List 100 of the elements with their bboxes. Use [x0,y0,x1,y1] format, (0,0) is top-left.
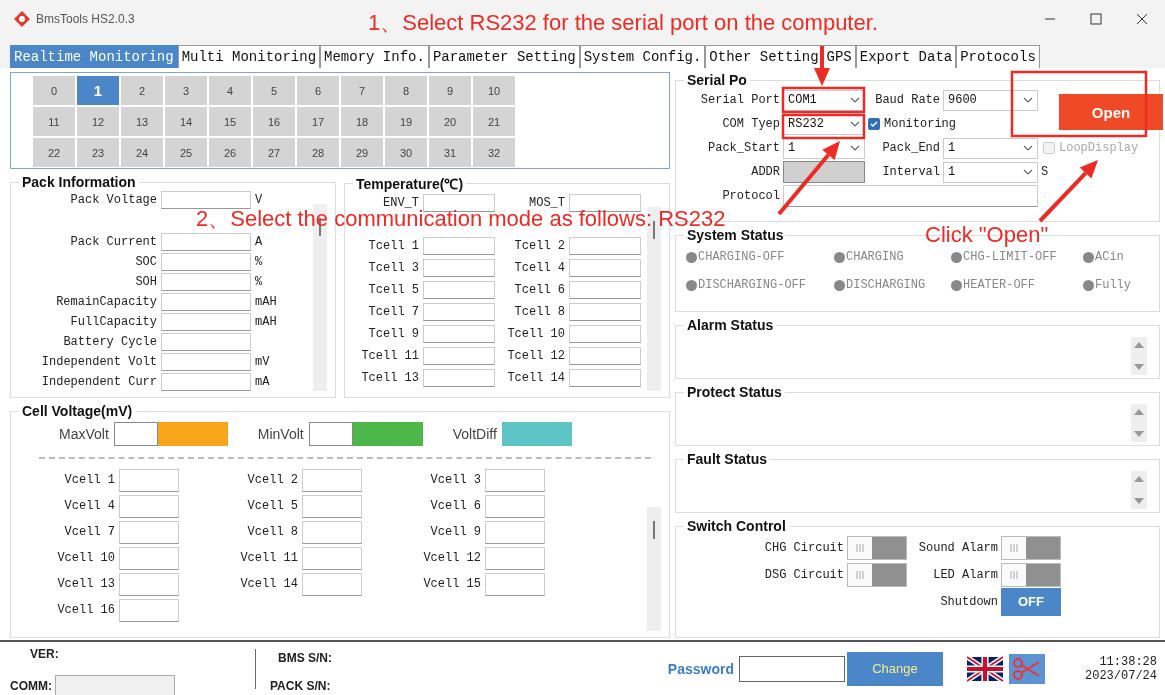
toggle-switch[interactable] [1001,535,1061,560]
device-button[interactable]: 4 [209,76,251,105]
device-button[interactable]: 30 [385,138,427,167]
device-button[interactable]: 8 [385,76,427,105]
tab[interactable]: GPS [822,45,856,68]
value-field[interactable] [569,259,641,277]
device-button[interactable]: 3 [165,76,207,105]
device-button[interactable]: 21 [473,107,515,136]
toggle-switch[interactable] [847,562,907,587]
value-field[interactable] [569,303,641,321]
toggle-switch[interactable] [1001,562,1061,587]
value-field[interactable] [423,194,495,212]
scroll-down-icon[interactable] [1134,364,1144,371]
tab[interactable]: Multi Monitoring [177,45,321,68]
device-button[interactable]: 0 [33,76,75,105]
device-button[interactable]: 10 [473,76,515,105]
scrollbar[interactable] [1131,471,1147,509]
dropdown[interactable]: 9600 [943,89,1038,111]
value-field[interactable] [161,233,251,251]
scroll-down-icon[interactable] [1134,431,1144,438]
value-field[interactable] [302,520,362,544]
device-button[interactable]: 28 [297,138,339,167]
device-button[interactable]: 11 [33,107,75,136]
value-field[interactable] [485,572,545,596]
device-button[interactable]: 5 [253,76,295,105]
dropdown[interactable]: COM1 [783,89,865,111]
device-button[interactable]: 2 [121,76,163,105]
scrollbar[interactable] [1131,404,1147,442]
device-button[interactable]: 20 [429,107,471,136]
scissors-icon[interactable] [1009,653,1045,684]
device-button[interactable]: 24 [121,138,163,167]
dropdown[interactable]: 1 [943,161,1038,183]
value-field[interactable] [423,237,495,255]
device-button[interactable]: 32 [473,138,515,167]
device-button[interactable]: 12 [77,107,119,136]
value-field[interactable] [308,422,353,446]
password-field[interactable] [739,655,845,682]
value-field[interactable] [119,572,179,596]
value-field[interactable] [161,313,251,331]
value-field[interactable] [302,546,362,570]
toggle-switch[interactable] [847,535,907,560]
value-field[interactable] [161,373,251,391]
device-button[interactable]: 26 [209,138,251,167]
protocol-field[interactable] [783,185,1038,207]
shutdown-button[interactable]: OFF [1001,587,1061,616]
device-button[interactable]: 31 [429,138,471,167]
value-field[interactable] [119,468,179,492]
scroll-up-icon[interactable] [1134,408,1144,415]
flag-icon[interactable] [967,655,1003,682]
value-field[interactable] [423,303,495,321]
device-button[interactable]: 13 [121,107,163,136]
value-field[interactable] [113,422,158,446]
value-field[interactable] [423,325,495,343]
tab[interactable]: Other Setting [705,45,823,68]
device-button[interactable]: 14 [165,107,207,136]
value-field[interactable] [161,191,251,209]
value-field[interactable] [569,369,641,387]
value-field[interactable] [161,253,251,271]
value-field[interactable] [485,494,545,518]
value-field[interactable] [161,273,251,291]
tab[interactable]: Memory Info. [320,45,429,68]
value-field[interactable] [569,237,641,255]
device-button[interactable]: 9 [429,76,471,105]
dropdown[interactable]: 1 [943,137,1038,159]
tab[interactable]: Parameter Setting [428,45,580,68]
scrollbar[interactable] [1131,337,1147,375]
tab[interactable]: Protocols [956,45,1040,68]
open-button[interactable]: Open [1059,94,1163,130]
device-button[interactable]: 23 [77,138,119,167]
value-field[interactable] [569,281,641,299]
checkbox[interactable] [868,118,880,130]
device-button[interactable]: 27 [253,138,295,167]
device-button[interactable]: 17 [297,107,339,136]
scroll-up-icon[interactable] [1134,475,1144,482]
value-field[interactable] [119,494,179,518]
device-button[interactable]: 16 [253,107,295,136]
value-field[interactable] [423,347,495,365]
value-field[interactable] [485,520,545,544]
scroll-up-icon[interactable] [1134,341,1144,348]
value-field[interactable] [302,468,362,492]
value-field[interactable] [119,520,179,544]
value-field[interactable] [569,347,641,365]
value-field[interactable] [485,546,545,570]
value-field[interactable] [569,325,641,343]
scroll-down-icon[interactable] [1134,498,1144,505]
value-field[interactable] [485,468,545,492]
value-field[interactable] [423,369,495,387]
scrollbar[interactable] [647,507,661,631]
value-field[interactable] [119,598,179,622]
value-field[interactable] [119,546,179,570]
tab[interactable]: System Config. [579,45,706,68]
value-field[interactable] [569,194,641,212]
value-field[interactable] [161,293,251,311]
device-button[interactable]: 15 [209,107,251,136]
device-button[interactable]: 22 [33,138,75,167]
device-button[interactable]: 29 [341,138,383,167]
tab[interactable]: Export Data [855,45,957,68]
device-button[interactable]: 7 [341,76,383,105]
device-button[interactable]: 19 [385,107,427,136]
value-field[interactable] [423,259,495,277]
